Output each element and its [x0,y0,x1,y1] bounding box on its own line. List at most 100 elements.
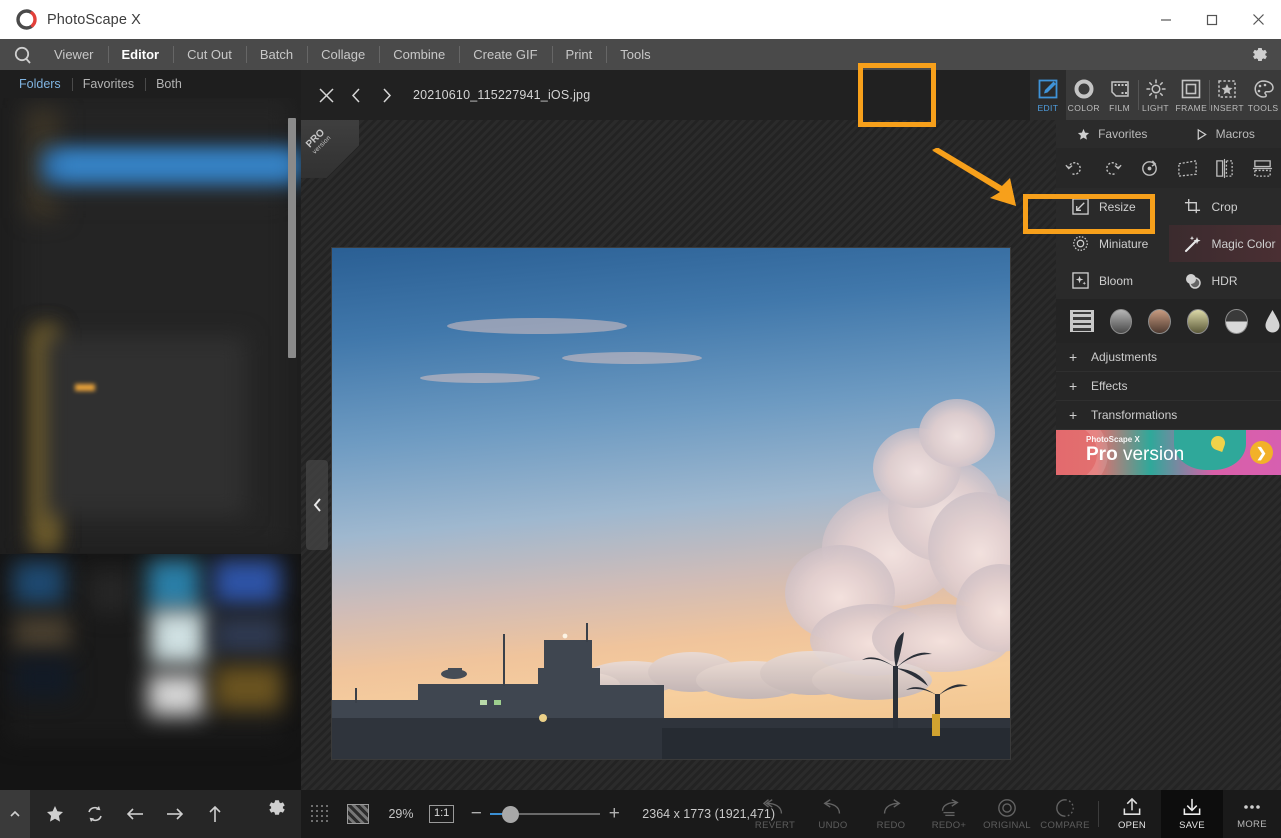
subtab-macros[interactable]: Macros [1169,120,1281,148]
action-crop[interactable]: Crop [1168,188,1281,225]
tab-film[interactable]: FILM [1102,70,1138,120]
miniature-icon [1070,234,1090,254]
promo-arrow-icon[interactable]: ❯ [1250,441,1273,464]
tab-light[interactable]: LIGHT [1137,70,1174,120]
collapse-caret-icon[interactable] [0,790,30,838]
tab-tools[interactable]: TOOLS [1245,70,1281,120]
favorite-star-icon[interactable] [38,797,72,831]
zoom-one-to-one-button[interactable]: 1:1 [429,805,455,823]
open-icon [1123,797,1141,815]
folder-tree-scrollbar[interactable] [288,118,296,358]
action-magic-color[interactable]: Magic Color [1168,225,1281,262]
title-bar: PhotoScape X [0,0,1281,39]
revert-label: REVERT [754,819,796,831]
file-header: 20210610_115227941_iOS.jpg [301,70,1030,120]
zoom-out-button[interactable]: − [464,803,488,825]
revert-button[interactable]: REVERT [746,790,804,838]
hdr-icon [1183,271,1203,291]
tab-film-label: FILM [1109,102,1131,113]
close-button[interactable] [1235,0,1281,39]
menu-item-viewer[interactable]: Viewer [40,39,108,70]
free-rotate-icon[interactable] [1135,153,1165,183]
right-panel: EDIT COLOR FILM LIGHT FRAME INSERT TOOLS… [1030,70,1281,790]
original-button[interactable]: ORIGINAL [978,790,1036,838]
action-resize-label: Resize [1099,199,1136,214]
tab-frame[interactable]: FRAME [1173,70,1209,120]
filter-gray-icon[interactable] [1109,308,1133,334]
tab-edit[interactable]: EDIT [1030,70,1066,120]
forward-arrow-icon[interactable] [158,797,192,831]
action-bloom[interactable]: Bloom [1056,262,1169,299]
sidebar-tab-favorites[interactable]: Favorites [71,77,145,91]
more-button[interactable]: MORE [1223,790,1281,838]
compare-button[interactable]: COMPARE [1036,790,1094,838]
settings-gear-icon[interactable] [1250,45,1269,69]
image-canvas[interactable]: PRO version [301,120,1030,790]
accordion-transformations[interactable]: + Transformations [1056,401,1281,430]
maximize-button[interactable] [1189,0,1235,39]
transparency-grid-icon[interactable] [305,799,335,829]
filter-drop-icon[interactable] [1264,309,1281,334]
promo-title-bold: Pro [1086,444,1118,465]
menu-item-editor[interactable]: Editor [107,39,174,70]
perspective-icon[interactable] [1172,153,1202,183]
filter-split-icon[interactable] [1225,308,1248,334]
rotate-right-icon[interactable] [1097,153,1127,183]
zoom-in-button[interactable]: + [602,803,626,825]
sidebar-settings-gear-icon[interactable] [266,797,287,823]
open-button[interactable]: OPEN [1103,790,1161,838]
filter-sepia-icon[interactable] [1148,308,1171,334]
sidebar-tab-folders[interactable]: Folders [8,77,72,91]
flip-vertical-icon[interactable] [1247,153,1277,183]
app-logo-icon [12,7,38,33]
menu-item-create-gif[interactable]: Create GIF [459,39,551,70]
minimize-button[interactable] [1143,0,1189,39]
transformations-label: Transformations [1091,408,1178,422]
menu-item-cut-out[interactable]: Cut Out [173,39,246,70]
menu-item-print[interactable]: Print [551,39,607,70]
back-arrow-icon[interactable] [118,797,152,831]
action-hdr[interactable]: HDR [1168,262,1281,299]
next-image-icon[interactable] [371,80,401,110]
edit-action-row-3: Bloom HDR [1056,262,1281,299]
accordion-adjustments[interactable]: + Adjustments [1056,343,1281,372]
accordion-effects[interactable]: + Effects [1056,372,1281,401]
tab-insert[interactable]: INSERT [1209,70,1245,120]
folder-tree[interactable] [0,98,301,553]
previous-image-icon[interactable] [341,80,371,110]
tab-color[interactable]: COLOR [1066,70,1102,120]
edited-photo[interactable] [332,248,1010,759]
sidebar-collapse-handle[interactable] [306,460,328,550]
redo-plus-button[interactable]: REDO+ [920,790,978,838]
action-miniature[interactable]: Miniature [1056,225,1169,262]
tab-insert-label: INSERT [1210,102,1244,113]
undo-button[interactable]: UNDO [804,790,862,838]
menu-item-tools[interactable]: Tools [606,39,664,70]
thumbnail-strip[interactable] [0,554,301,790]
rotate-left-icon[interactable] [1060,153,1090,183]
pro-version-banner[interactable]: PhotoScape X Pro version ❯ [1056,430,1281,475]
action-crop-label: Crop [1211,199,1238,214]
close-image-icon[interactable] [311,80,341,110]
redo-label: REDO [876,819,906,831]
action-resize[interactable]: Resize [1056,188,1169,225]
zoom-slider[interactable] [490,804,601,824]
subtab-favorites[interactable]: Favorites [1056,120,1169,148]
refresh-icon[interactable] [78,797,112,831]
sidebar-icon-group [38,797,232,831]
menu-item-combine[interactable]: Combine [379,39,459,70]
menu-item-batch[interactable]: Batch [245,39,307,70]
flip-horizontal-icon[interactable] [1210,153,1240,183]
zoom-slider-knob[interactable] [502,806,520,823]
up-arrow-icon[interactable] [198,797,232,831]
adjustments-label: Adjustments [1091,350,1158,364]
filter-list-icon[interactable] [1070,310,1094,332]
sidebar-tab-both[interactable]: Both [145,77,193,91]
filter-olive-icon[interactable] [1186,308,1210,334]
menu-item-collage[interactable]: Collage [307,39,379,70]
menu-logo-icon[interactable] [6,45,40,65]
redo-button[interactable]: REDO [862,790,920,838]
checkerboard-icon[interactable] [343,799,373,829]
pro-version-ribbon[interactable]: PRO version [301,120,359,178]
save-button[interactable]: SAVE [1161,790,1223,838]
